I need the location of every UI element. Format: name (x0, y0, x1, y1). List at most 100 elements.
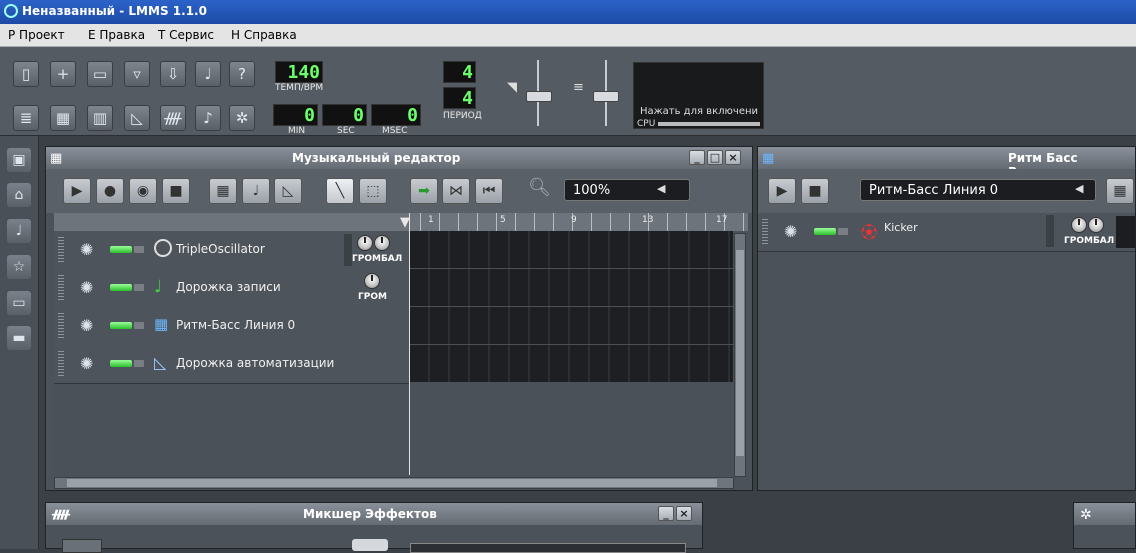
bb-track-name[interactable]: Kicker (884, 221, 918, 234)
track-pattern-area[interactable] (410, 307, 733, 344)
bb-stop-button[interactable]: ■ (801, 178, 829, 204)
track-name[interactable]: Дорожка автоматизации (176, 356, 334, 370)
gear-icon[interactable]: ✺ (80, 354, 93, 373)
track-pattern-area[interactable] (410, 231, 733, 268)
gear-icon[interactable]: ✺ (80, 316, 93, 335)
mute-led[interactable] (110, 246, 132, 253)
whats-this-button[interactable]: ? (229, 61, 255, 87)
drag-handle[interactable] (58, 237, 64, 263)
controller-rack-titlebar[interactable]: ✲ (1074, 503, 1135, 525)
drag-handle[interactable] (58, 275, 64, 301)
timeline-ruler[interactable]: 1 5 9 13 17 ▼ (54, 213, 748, 231)
bb-editor-titlebar[interactable]: ▦ Ритм Басс Редакто (758, 147, 1135, 179)
vertical-scrollbar[interactable] (734, 233, 746, 477)
bb-play-button[interactable]: ▶ (768, 178, 796, 204)
project-notes-button[interactable]: ♪ (195, 105, 221, 131)
master-volume-slider[interactable]: ◥ (507, 60, 552, 126)
solo-led[interactable] (134, 246, 144, 253)
drag-handle[interactable] (762, 219, 768, 245)
save-project-button[interactable]: ⇩ (160, 61, 186, 87)
track-name[interactable]: Ритм-Басс Линия 0 (176, 318, 295, 332)
menu-project[interactable]: Р Проект (8, 28, 65, 42)
play-button[interactable]: ▶ (63, 178, 91, 204)
minimize-button[interactable]: _ (658, 506, 674, 521)
song-editor-button[interactable]: ≣ (13, 105, 39, 131)
panning-knob[interactable] (1088, 217, 1104, 233)
record-play-button[interactable]: ◉ (129, 178, 157, 204)
piano-roll-button[interactable]: ▥ (87, 105, 113, 131)
slider-handle[interactable] (526, 91, 552, 102)
scrollbar-thumb[interactable] (67, 479, 717, 487)
oscilloscope[interactable]: Нажать для включени CPU (633, 62, 764, 129)
fx-mixer-button[interactable]: ᚎ (160, 105, 186, 131)
horizontal-scrollbar[interactable] (54, 477, 734, 489)
stop-behaviour-button[interactable]: ⏮ (475, 178, 503, 204)
panning-knob[interactable] (374, 235, 390, 251)
menu-tools[interactable]: Т Сервис (158, 28, 214, 42)
menu-edit[interactable]: Е Правка (88, 28, 145, 42)
add-sample-track-button[interactable]: ♩ (242, 178, 270, 204)
scrollbar-thumb[interactable] (736, 250, 744, 456)
volume-knob[interactable] (364, 273, 380, 289)
master-pitch-slider[interactable]: ≡ (569, 60, 619, 126)
solo-led[interactable] (134, 360, 144, 367)
mute-led[interactable] (814, 228, 836, 235)
auto-scroll-button[interactable]: ➡ (410, 178, 438, 204)
track-row[interactable]: ✺ ◺ Дорожка автоматизации (54, 345, 733, 384)
track-row[interactable]: ✺ TripleOscillator ГРОМБАЛ (54, 231, 733, 270)
track-row[interactable]: ✺ ▦ Ритм-Басс Линия 0 (54, 307, 733, 346)
add-beat-bassline-button[interactable]: ▦ (209, 178, 237, 204)
samples-button[interactable]: ♩ (7, 219, 31, 243)
home-folder-button[interactable]: ▭ (7, 291, 31, 315)
beat-bassline-button[interactable]: ▦ (50, 105, 76, 131)
open-project-button[interactable]: ▭ (87, 61, 113, 87)
bb-track-row[interactable]: ✺ ⚽︎ Kicker ГРОМБАЛ (758, 213, 1135, 252)
gear-icon[interactable]: ✺ (784, 222, 797, 241)
track-name[interactable]: Дорожка записи (176, 280, 281, 294)
slider-handle[interactable] (593, 91, 619, 102)
gear-icon[interactable]: ✺ (80, 278, 93, 297)
mute-led[interactable] (110, 284, 132, 291)
drag-handle[interactable] (58, 351, 64, 377)
close-button[interactable]: × (676, 506, 692, 521)
new-project-button[interactable]: ▯ (13, 61, 39, 87)
close-button[interactable]: × (725, 150, 741, 165)
mixer-button[interactable] (352, 539, 388, 551)
track-row[interactable]: ✺ ♩ Дорожка записи ГРОМ (54, 269, 733, 308)
maximize-button[interactable]: □ (707, 150, 723, 165)
export-button[interactable]: ♩ (195, 61, 221, 87)
song-editor-titlebar[interactable]: ▦ Музыкальный редактор _ □ × (46, 147, 752, 169)
drag-handle[interactable] (58, 313, 64, 339)
volume-knob[interactable] (357, 235, 373, 251)
timesig-numerator[interactable]: 4 (443, 61, 476, 83)
mixer-channel[interactable] (62, 539, 102, 553)
instrument-plugins-button[interactable]: ▣ (7, 148, 31, 172)
gear-icon[interactable]: ✺ (80, 240, 93, 259)
automation-editor-button[interactable]: ◺ (124, 105, 150, 131)
solo-led[interactable] (134, 322, 144, 329)
step-pattern-area[interactable] (1116, 216, 1135, 248)
loop-points-button[interactable]: ⋈ (442, 178, 470, 204)
projects-button[interactable]: ⌂ (7, 183, 31, 207)
mute-led[interactable] (110, 360, 132, 367)
presets-button[interactable]: ☆ (7, 255, 31, 279)
track-name[interactable]: TripleOscillator (176, 242, 265, 256)
track-pattern-area[interactable] (410, 269, 733, 306)
add-beat-bassline-button[interactable]: ▦ (1106, 178, 1134, 204)
solo-led[interactable] (838, 228, 848, 235)
mute-led[interactable] (110, 322, 132, 329)
volume-knob[interactable] (1071, 217, 1087, 233)
computer-button[interactable]: ▬ (7, 326, 31, 350)
stop-button[interactable]: ■ (162, 178, 190, 204)
controller-rack-button[interactable]: ✲ (229, 105, 255, 131)
timesig-denominator[interactable]: 4 (443, 87, 476, 109)
track-pattern-area[interactable] (410, 345, 733, 382)
edit-mode-button[interactable]: ⬚ (359, 178, 387, 204)
draw-mode-button[interactable]: ╲ (326, 178, 354, 204)
bb-track-selector[interactable]: Ритм-Басс Линия 0 ◀ (860, 179, 1096, 201)
tempo-display[interactable]: 140 (275, 61, 323, 83)
recent-projects-button[interactable]: ▿ (124, 61, 150, 87)
menu-help[interactable]: Н Справка (231, 28, 297, 42)
add-automation-track-button[interactable]: ◺ (274, 178, 302, 204)
record-button[interactable]: ● (96, 178, 124, 204)
